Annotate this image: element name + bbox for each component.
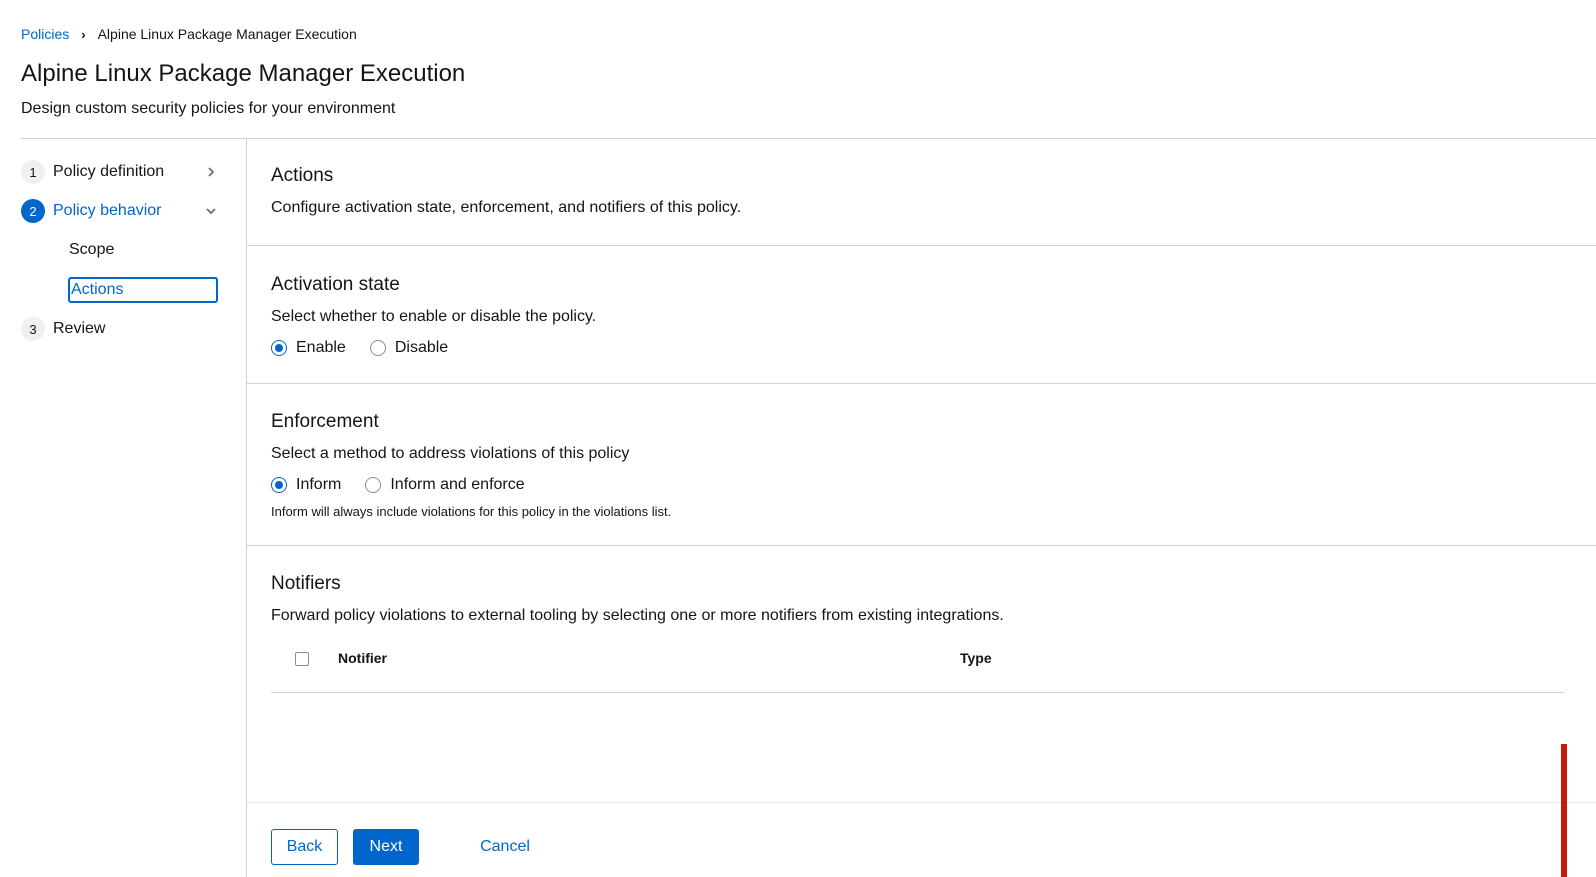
radio-label: Disable: [394, 339, 449, 356]
wizard-step-policy-definition[interactable]: 1 Policy definition: [21, 159, 221, 185]
divider: [247, 383, 1596, 384]
wizard-footer: Back Next Cancel: [247, 802, 1596, 877]
notifiers-description: Forward policy violations to external to…: [271, 607, 1004, 624]
activation-section: Activation state Select whether to enabl…: [247, 274, 1596, 357]
activation-title: Activation state: [271, 274, 400, 295]
enforcement-radio-group: Inform Inform and enforce: [271, 476, 1596, 494]
radio-label: Inform: [296, 476, 342, 493]
enforcement-description: Select a method to address violations of…: [271, 445, 630, 462]
divider: [247, 545, 1596, 546]
enable-radio[interactable]: Enable: [271, 339, 346, 357]
back-button[interactable]: Back: [271, 829, 338, 865]
wizard-main: Actions Configure activation state, enfo…: [247, 139, 1596, 877]
actions-title: Actions: [271, 165, 334, 186]
wizard-step-label: Policy definition: [53, 163, 165, 180]
inform-and-enforce-radio[interactable]: Inform and enforce: [365, 476, 525, 494]
radio-checked-icon[interactable]: [271, 477, 287, 493]
activation-radio-group: Enable Disable: [271, 339, 1596, 357]
notifiers-table-header: Notifier Type: [271, 632, 1565, 693]
radio-label: Enable: [296, 339, 346, 356]
chevron-right-icon[interactable]: [201, 159, 221, 185]
column-header-notifier[interactable]: Notifier: [338, 650, 387, 666]
wizard-step-label: Review: [53, 320, 106, 337]
page-title: Alpine Linux Package Manager Execution: [21, 60, 466, 87]
activation-description: Select whether to enable or disable the …: [271, 308, 597, 325]
breadcrumb: Policies › Alpine Linux Package Manager …: [21, 26, 357, 42]
wizard-step-label: Policy behavior: [53, 202, 162, 219]
divider: [247, 245, 1596, 246]
disable-radio[interactable]: Disable: [369, 339, 449, 357]
inform-radio[interactable]: Inform: [271, 476, 341, 494]
wizard-substep-actions[interactable]: Actions: [68, 277, 218, 303]
enforcement-helper-text: Inform will always include violations fo…: [271, 504, 672, 519]
step-number: 3: [21, 317, 45, 341]
page-subtitle: Design custom security policies for your…: [21, 100, 396, 117]
notifiers-section: Notifiers Forward policy violations to e…: [247, 573, 1596, 625]
notifiers-title: Notifiers: [271, 573, 341, 594]
column-header-type[interactable]: Type: [960, 650, 992, 666]
radio-unchecked-icon[interactable]: [369, 340, 386, 356]
step-number: 1: [21, 160, 45, 184]
enforcement-section: Enforcement Select a method to address v…: [247, 411, 1596, 519]
chevron-down-icon[interactable]: [201, 198, 221, 224]
actions-description: Configure activation state, enforcement,…: [271, 199, 742, 216]
cancel-button[interactable]: Cancel: [467, 829, 543, 865]
breadcrumb-separator-icon: ›: [81, 26, 86, 42]
radio-label: Inform and enforce: [390, 476, 525, 493]
wizard-step-review[interactable]: 3 Review: [21, 316, 221, 342]
breadcrumb-link-policies[interactable]: Policies: [21, 26, 69, 42]
next-button[interactable]: Next: [353, 829, 419, 865]
step-number: 2: [21, 199, 45, 223]
radio-checked-icon[interactable]: [271, 340, 287, 356]
wizard-nav: 1 Policy definition 2 Policy behavior Sc…: [21, 139, 247, 877]
wizard-step-policy-behavior[interactable]: 2 Policy behavior: [21, 198, 221, 224]
breadcrumb-current: Alpine Linux Package Manager Execution: [97, 26, 357, 42]
scroll-indicator: [1561, 744, 1567, 877]
radio-unchecked-icon[interactable]: [365, 477, 382, 493]
select-all-checkbox[interactable]: [295, 652, 309, 666]
wizard-substep-scope[interactable]: Scope: [68, 237, 218, 263]
actions-section: Actions Configure activation state, enfo…: [247, 165, 1596, 217]
enforcement-title: Enforcement: [271, 411, 379, 432]
